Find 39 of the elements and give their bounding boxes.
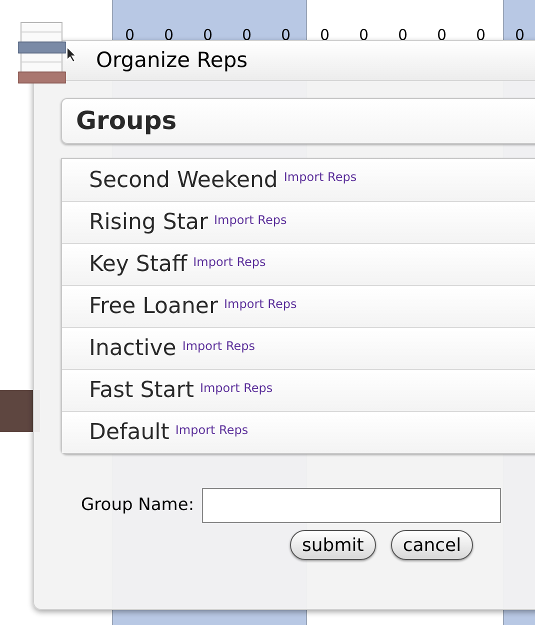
grid-value: 0 xyxy=(164,25,174,46)
group-row[interactable]: Default Import Reps xyxy=(62,411,535,453)
dialog-title: Organize Reps xyxy=(96,46,248,74)
group-name-field[interactable] xyxy=(202,488,502,523)
group-row[interactable]: Fast Start Import Reps xyxy=(62,369,535,411)
grid-value: 0 xyxy=(242,25,252,46)
grid-value: 0 xyxy=(203,25,213,46)
group-row[interactable]: Key Staff Import Reps xyxy=(62,243,535,285)
group-name: Fast Start xyxy=(89,377,194,405)
import-reps-link[interactable]: Import Reps xyxy=(175,421,248,439)
grid-value: 0 xyxy=(281,25,291,46)
group-name: Second Weekend xyxy=(89,166,278,194)
group-name-label: Group Name: xyxy=(81,494,194,517)
import-reps-link[interactable]: Import Reps xyxy=(224,295,297,313)
group-name: Default xyxy=(89,419,170,447)
grid-value: 0 xyxy=(476,25,486,46)
cursor-icon xyxy=(66,46,78,63)
group-row[interactable]: Rising Star Import Reps xyxy=(62,201,535,243)
grid-value: 0 xyxy=(437,25,447,46)
grid-value: 0 xyxy=(398,25,408,46)
cancel-button[interactable]: cancel xyxy=(390,530,474,560)
grid-value: 0 xyxy=(125,25,135,46)
group-name: Inactive xyxy=(89,335,176,363)
import-reps-link[interactable]: Import Reps xyxy=(284,168,357,186)
import-reps-link[interactable]: Import Reps xyxy=(200,379,273,397)
submit-button[interactable]: submit xyxy=(290,530,376,560)
groups-heading: Groups xyxy=(76,105,177,138)
group-name: Rising Star xyxy=(89,209,208,237)
group-name: Key Staff xyxy=(89,251,188,279)
group-row[interactable]: Inactive Import Reps xyxy=(62,327,535,369)
import-reps-link[interactable]: Import Reps xyxy=(214,211,287,229)
grid-value: 0 xyxy=(320,25,330,46)
group-row[interactable]: Free Loaner Import Reps xyxy=(62,285,535,327)
import-reps-link[interactable]: Import Reps xyxy=(182,337,256,355)
grid-value: 0 xyxy=(359,25,369,46)
group-name: Free Loaner xyxy=(89,293,218,321)
import-reps-link[interactable]: Import Reps xyxy=(193,253,266,271)
group-row[interactable]: Second Weekend Import Reps xyxy=(62,159,535,201)
grid-value: 0 xyxy=(515,25,525,46)
